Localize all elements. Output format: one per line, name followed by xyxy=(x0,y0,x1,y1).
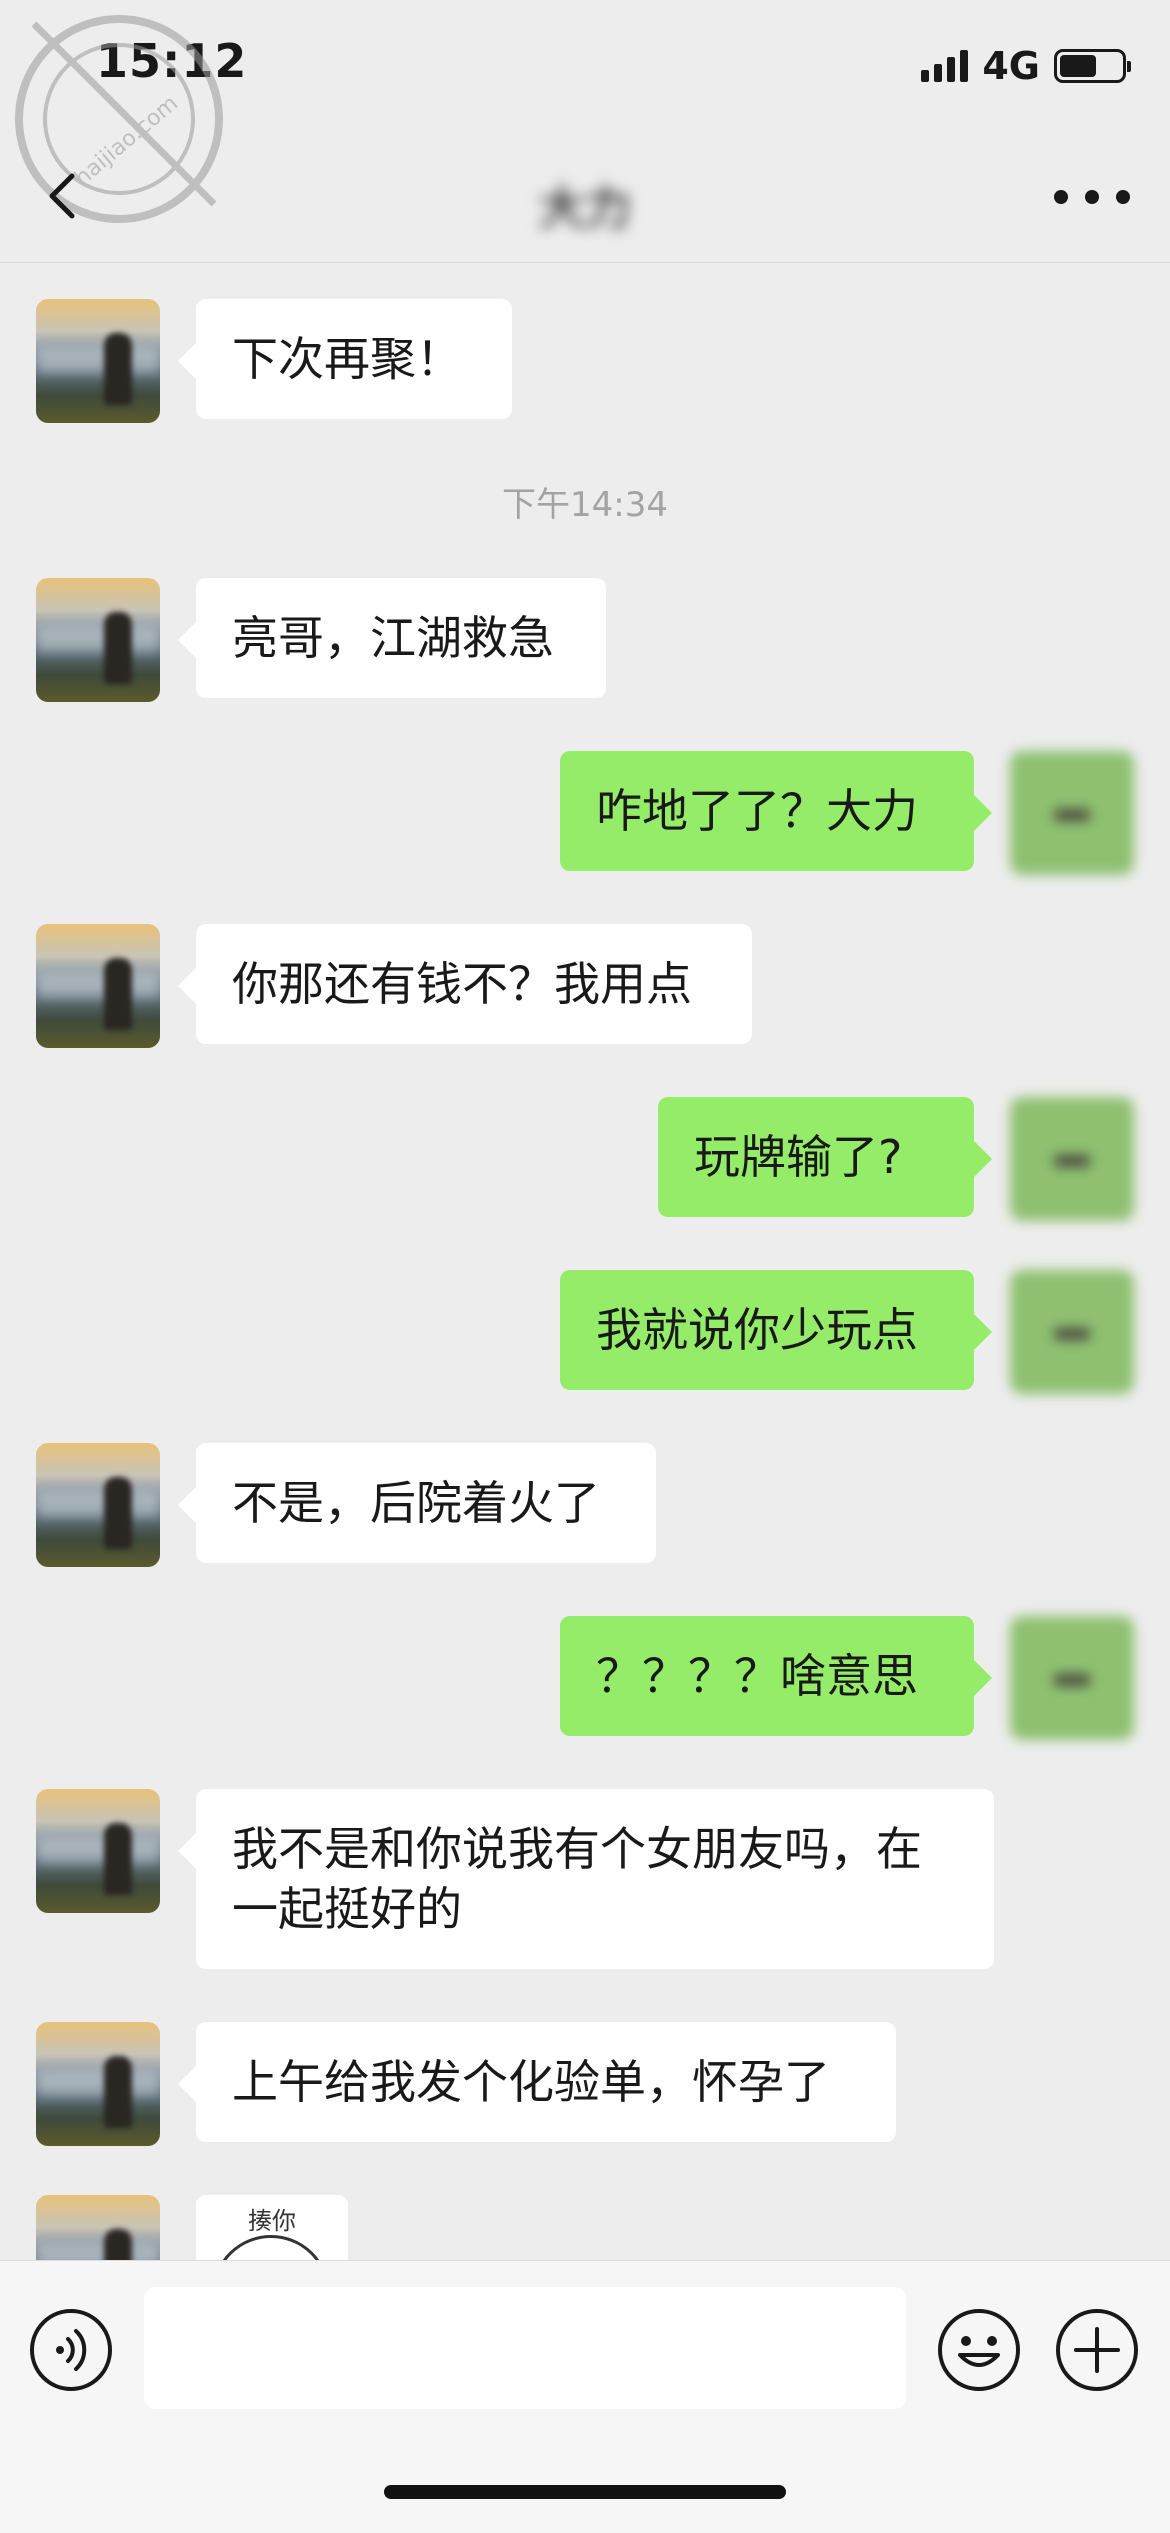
my-avatar[interactable] xyxy=(1010,1097,1134,1221)
voice-input-icon[interactable] xyxy=(28,2307,114,2393)
message-bubble-incoming[interactable]: 上午给我发个化验单，怀孕了 xyxy=(178,2022,896,2142)
message-row-outgoing: ？？？？啥意思 xyxy=(0,1616,1170,1740)
message-input[interactable] xyxy=(144,2287,906,2409)
status-indicators: 4G xyxy=(921,44,1131,88)
battery-fill xyxy=(1060,55,1096,77)
plus-icon[interactable] xyxy=(1054,2307,1140,2393)
message-timestamp: 下午14:34 xyxy=(502,485,668,525)
message-row-incoming: 不是，后院着火了 xyxy=(0,1443,1170,1567)
my-avatar[interactable] xyxy=(1010,751,1134,875)
message-row-incoming: 我不是和你说我有个女朋友吗，在一起挺好的 xyxy=(0,1789,1170,1973)
message-bubble-outgoing[interactable]: 咋地了了？大力 xyxy=(560,751,992,871)
message-row-outgoing: 咋地了了？大力 xyxy=(0,751,1170,875)
chat-title: 大力 xyxy=(539,181,631,235)
contact-avatar[interactable] xyxy=(36,299,160,423)
message-bubble-incoming[interactable]: 你那还有钱不？我用点 xyxy=(178,924,752,1044)
contact-avatar[interactable] xyxy=(36,1789,160,1913)
sticker-caption: 揍你 xyxy=(248,2207,296,2235)
message-bubble-incoming[interactable]: 不是，后院着火了 xyxy=(178,1443,656,1563)
message-bubble-outgoing[interactable]: 玩牌输了? xyxy=(658,1097,992,1217)
battery-icon xyxy=(1054,49,1131,83)
network-label: 4G xyxy=(982,44,1040,88)
message-row-incoming: 下次再聚！ xyxy=(0,299,1170,423)
message-row-incoming: 亮哥，江湖救急 xyxy=(0,578,1170,702)
chat-message-list[interactable]: 下次再聚！ 下午14:34 亮哥，江湖救急 咋地了了？大力 你那还有钱不？我用点… xyxy=(0,263,1170,2260)
message-row-outgoing: 玩牌输了? xyxy=(0,1097,1170,1221)
message-row-outgoing: 我就说你少玩点 xyxy=(0,1270,1170,1394)
more-icon[interactable] xyxy=(1054,182,1130,212)
contact-avatar[interactable] xyxy=(36,2022,160,2146)
sticker-message[interactable]: 揍你 xyxy=(196,2195,348,2260)
contact-avatar[interactable] xyxy=(36,578,160,702)
message-bubble-incoming[interactable]: 我不是和你说我有个女朋友吗，在一起挺好的 xyxy=(178,1789,994,1969)
sticker-face-icon xyxy=(212,2235,330,2260)
nav-bar: 大力 xyxy=(0,132,1170,263)
message-bubble-outgoing[interactable]: 我就说你少玩点 xyxy=(560,1270,992,1390)
input-bar xyxy=(0,2260,1170,2533)
message-row-incoming: 你那还有钱不？我用点 xyxy=(0,924,1170,1048)
contact-avatar[interactable] xyxy=(36,2195,160,2260)
contact-avatar[interactable] xyxy=(36,924,160,1048)
home-indicator[interactable] xyxy=(384,2485,786,2499)
message-row-incoming: 上午给我发个化验单，怀孕了 xyxy=(0,2022,1170,2146)
my-avatar[interactable] xyxy=(1010,1270,1134,1394)
contact-avatar[interactable] xyxy=(36,1443,160,1567)
emoji-icon[interactable] xyxy=(936,2307,1022,2393)
message-bubble-incoming[interactable]: 亮哥，江湖救急 xyxy=(178,578,606,698)
signal-icon xyxy=(921,50,969,82)
message-bubble-outgoing[interactable]: ？？？？啥意思 xyxy=(560,1616,992,1736)
message-row-incoming: 揍你 xyxy=(0,2195,1170,2260)
my-avatar[interactable] xyxy=(1010,1616,1134,1740)
message-bubble-incoming[interactable]: 下次再聚！ xyxy=(178,299,512,419)
